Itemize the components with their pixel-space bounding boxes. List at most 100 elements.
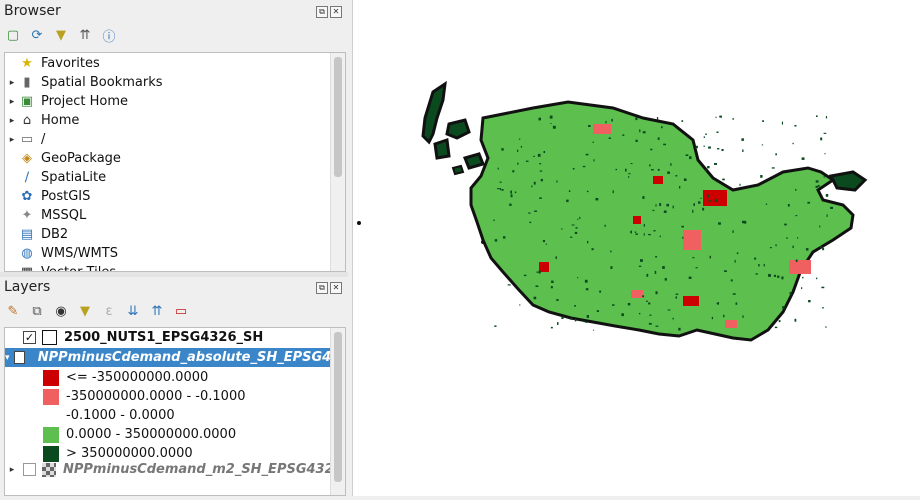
properties-info-icon[interactable]: ⓘ <box>100 26 118 45</box>
speckle <box>714 163 717 165</box>
speckle <box>781 121 783 125</box>
add-group-icon[interactable]: ⧉ <box>28 302 46 320</box>
vector-tiles-icon: ▦ <box>19 265 35 271</box>
speckle <box>795 259 798 262</box>
browser-item[interactable]: ▸ ▭ / <box>5 130 345 149</box>
browser-item[interactable]: ▸ ▮ Spatial Bookmarks <box>5 73 345 92</box>
layer-row-npp-absolute[interactable]: ▾ ✓ NPPminusCdemand_absolute_SH_EPSG4326 <box>5 348 345 367</box>
browser-item[interactable]: ◈ GeoPackage <box>5 149 345 168</box>
speckle <box>628 173 631 175</box>
speckle <box>805 248 809 251</box>
speckle <box>698 201 701 204</box>
speckle <box>556 299 559 301</box>
speckle <box>765 203 768 205</box>
collapse-all-icon[interactable]: ⇈ <box>76 26 94 44</box>
speckle <box>577 218 579 220</box>
speckle <box>819 225 821 228</box>
expand-arrow-icon[interactable]: ▸ <box>5 78 19 88</box>
expand-arrow-icon[interactable]: ▸ <box>5 116 19 126</box>
speckle <box>586 190 589 193</box>
speckle <box>816 277 818 280</box>
speckle <box>782 306 785 309</box>
speckle <box>519 304 521 306</box>
speckle <box>501 189 504 191</box>
float-panel-icon[interactable]: ⧉ <box>316 282 328 294</box>
speckle <box>494 239 498 242</box>
speckle <box>801 287 803 290</box>
collapse-all-icon[interactable]: ⇈ <box>148 302 166 320</box>
speckle <box>652 209 655 212</box>
close-panel-icon[interactable]: ✕ <box>330 282 342 294</box>
speckle <box>826 214 828 217</box>
speckle <box>642 131 646 134</box>
browser-item[interactable]: ▸ ⌂ Home <box>5 111 345 130</box>
speckle <box>754 257 757 260</box>
layer-visibility-checkbox[interactable]: ✓ <box>23 331 36 344</box>
style-manager-icon[interactable]: ✎ <box>4 302 22 320</box>
speckle <box>557 322 559 325</box>
speckle <box>773 274 776 277</box>
speckle <box>657 168 660 171</box>
speckle <box>517 149 519 152</box>
layers-scrollbar[interactable] <box>330 328 345 495</box>
filter-legend-icon[interactable]: ▼ <box>76 302 94 320</box>
browser-item[interactable]: ▦ Vector Tiles <box>5 263 345 271</box>
browser-item[interactable]: ✦ MSSQL <box>5 206 345 225</box>
browser-item[interactable]: ∕ SpatiaLite <box>5 168 345 187</box>
browser-item[interactable]: ★ Favorites <box>5 54 345 73</box>
float-panel-icon[interactable]: ⧉ <box>316 6 328 18</box>
speckle <box>612 304 615 306</box>
expand-arrow-icon[interactable]: ▸ <box>5 135 19 145</box>
refresh-icon[interactable]: ⟳ <box>28 26 46 44</box>
expand-all-icon[interactable]: ⇊ <box>124 302 142 320</box>
browser-item-label: MSSQL <box>41 208 87 223</box>
browser-item[interactable]: ◍ WMS/WMTS <box>5 244 345 263</box>
speckle <box>695 145 698 149</box>
speckle <box>807 201 810 204</box>
speckle <box>643 223 645 227</box>
speckle <box>732 230 734 233</box>
speckle <box>630 230 632 234</box>
speckle <box>707 166 710 169</box>
speckle <box>787 204 790 207</box>
speckle <box>510 190 512 194</box>
speckle <box>650 148 653 151</box>
speckle <box>585 288 589 291</box>
legend-color-swatch <box>43 408 59 424</box>
map-svg[interactable] <box>353 0 920 496</box>
collapse-arrow-icon[interactable]: ▾ <box>5 353 10 363</box>
browser-item[interactable]: ▤ DB2 <box>5 225 345 244</box>
filter-expression-icon[interactable]: ε <box>100 302 118 320</box>
browser-item[interactable]: ▸ ▣ Project Home <box>5 92 345 111</box>
browser-scrollbar[interactable] <box>330 53 345 271</box>
expand-arrow-icon[interactable]: ▸ <box>5 465 19 475</box>
speckle <box>695 267 698 269</box>
speckle <box>778 320 781 323</box>
filter-icon[interactable]: ▼ <box>52 26 70 44</box>
layer-row-npp-m2[interactable]: ▸ NPPminusCdemand_m2_SH_EPSG4326 <box>5 460 345 479</box>
island-halligen <box>451 164 465 176</box>
speckle <box>592 141 594 143</box>
remove-layer-icon[interactable]: ▭ <box>172 302 190 320</box>
layer-row-nuts1[interactable]: ✓ 2500_NUTS1_EPSG4326_SH <box>5 328 345 347</box>
speckle <box>649 164 651 167</box>
speckle <box>501 148 504 151</box>
speckle <box>755 273 758 275</box>
close-panel-icon[interactable]: ✕ <box>330 6 342 18</box>
speckle <box>646 300 648 302</box>
map-canvas[interactable] <box>352 0 920 496</box>
layer-visibility-checkbox[interactable] <box>23 463 36 476</box>
speckle <box>503 236 506 239</box>
add-selected-layers-icon[interactable]: ▢ <box>4 26 22 44</box>
speckle <box>646 273 649 277</box>
speckle <box>761 144 764 146</box>
speckle <box>655 204 657 207</box>
speckle <box>551 280 554 283</box>
raster-layer-icon <box>42 462 56 477</box>
layer-visibility-checkbox[interactable]: ✓ <box>13 351 25 364</box>
expand-arrow-icon[interactable]: ▸ <box>5 97 19 107</box>
browser-item[interactable]: ✿ PostGIS <box>5 187 345 206</box>
island-fehmarn <box>828 170 868 192</box>
speckle <box>639 129 641 133</box>
visibility-eye-icon[interactable]: ◉ <box>52 302 70 320</box>
